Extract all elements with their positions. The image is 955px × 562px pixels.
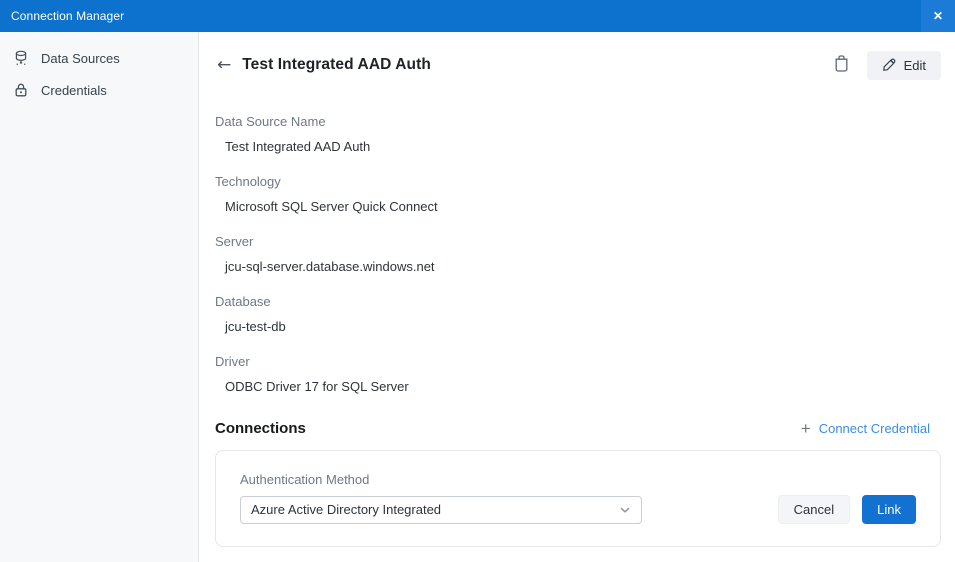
sidebar-item-label: Credentials	[41, 82, 107, 98]
credential-card-row: Azure Active Directory Integrated Cancel…	[240, 495, 916, 524]
page-header: ← Test Integrated AAD Auth Edit	[215, 50, 941, 80]
field-label: Driver	[215, 354, 250, 369]
trash-icon	[834, 55, 849, 75]
sidebar-item-label: Data Sources	[41, 50, 120, 66]
connections-header-row: Connections + Connect Credential	[215, 420, 941, 437]
field-label: Database	[215, 294, 271, 309]
field-label: Technology	[215, 174, 281, 189]
lock-icon	[13, 82, 29, 98]
connection-manager-window: Connection Manager ✕ Data Sources Creden…	[0, 0, 955, 562]
sidebar-item-data-sources[interactable]: Data Sources	[0, 42, 198, 74]
titlebar: Connection Manager ✕	[0, 0, 955, 32]
field-server: Server jcu-sql-server.database.windows.n…	[215, 234, 941, 274]
main-content: ← Test Integrated AAD Auth Edit Data Sou…	[199, 32, 955, 562]
database-icon	[13, 50, 29, 66]
field-label: Server	[215, 234, 254, 249]
delete-button[interactable]	[830, 51, 853, 79]
auth-method-label: Authentication Method	[240, 472, 370, 487]
edit-button-label: Edit	[903, 57, 926, 73]
window-title: Connection Manager	[11, 9, 125, 23]
connect-credential-label: Connect Credential	[818, 421, 930, 436]
cancel-button-label: Cancel	[793, 502, 835, 517]
connections-heading: Connections	[215, 420, 306, 437]
link-button-label: Link	[877, 502, 901, 517]
credential-card: Authentication Method Azure Active Direc…	[215, 450, 941, 547]
connect-credential-button[interactable]: + Connect Credential	[801, 420, 930, 437]
field-data-source-name: Data Source Name Test Integrated AAD Aut…	[215, 114, 941, 154]
field-value: Microsoft SQL Server Quick Connect	[225, 199, 438, 214]
field-database: Database jcu-test-db	[215, 294, 941, 334]
close-button[interactable]: ✕	[921, 0, 955, 32]
chevron-down-icon	[619, 506, 631, 514]
sidebar-item-credentials[interactable]: Credentials	[0, 74, 198, 106]
link-button[interactable]: Link	[862, 495, 916, 524]
window-body: Data Sources Credentials ← Test Integrat…	[0, 32, 955, 562]
field-value: ODBC Driver 17 for SQL Server	[225, 379, 409, 394]
close-icon: ✕	[932, 9, 944, 23]
field-value: jcu-sql-server.database.windows.net	[225, 259, 435, 274]
back-button[interactable]: ←	[215, 54, 233, 75]
auth-method-select[interactable]: Azure Active Directory Integrated	[240, 495, 642, 524]
sidebar: Data Sources Credentials	[0, 32, 199, 562]
plus-icon: +	[800, 419, 811, 438]
auth-method-selected-value: Azure Active Directory Integrated	[251, 502, 442, 517]
field-technology: Technology Microsoft SQL Server Quick Co…	[215, 174, 941, 214]
field-label: Data Source Name	[215, 114, 326, 129]
field-value: Test Integrated AAD Auth	[225, 139, 371, 154]
field-value: jcu-test-db	[225, 319, 286, 334]
edit-button[interactable]: Edit	[866, 50, 941, 80]
back-arrow-icon: ←	[217, 54, 232, 75]
field-driver: Driver ODBC Driver 17 for SQL Server	[215, 354, 941, 394]
cancel-button[interactable]: Cancel	[777, 495, 851, 524]
pencil-icon	[882, 58, 896, 72]
page-title: Test Integrated AAD Auth	[242, 56, 431, 73]
